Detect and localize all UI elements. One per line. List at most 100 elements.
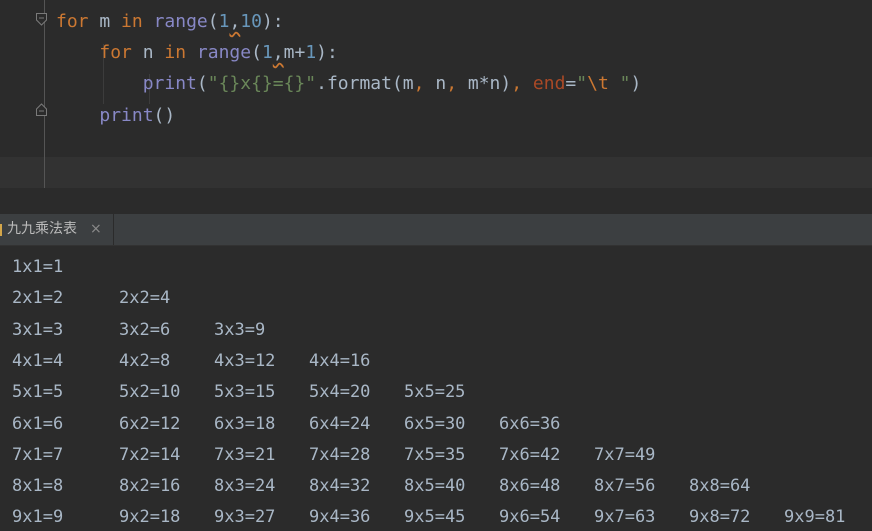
code-token: ): (261, 11, 284, 32)
fold-end-icon[interactable] (36, 103, 47, 116)
code-token: m*n) (457, 73, 512, 94)
console-cell: 7x7=49 (594, 444, 656, 465)
code-token: m+ (283, 42, 306, 63)
console-output-line: 6x1=6 6x2=12 6x3=18 6x4=24 6x5=30 6x6=36 (12, 409, 872, 440)
code-line: for m in range(1,10): (56, 6, 284, 37)
code-token: n (131, 42, 165, 63)
code-token: 1 (261, 42, 273, 63)
code-token: for (99, 42, 132, 63)
code-token: = (565, 73, 577, 94)
panel-separator[interactable] (0, 188, 872, 215)
console-cell: 7x6=42 (499, 444, 561, 465)
console-cell: 7x3=21 (214, 444, 276, 465)
code-token: in (164, 42, 187, 63)
code-token: print (99, 105, 154, 126)
console-cell: 4x2=8 (119, 350, 171, 371)
console-cell: 6x6=36 (499, 413, 561, 434)
code-token: , (229, 11, 241, 32)
tabbar-empty-area (114, 214, 872, 245)
console-cell: 4x4=16 (309, 350, 371, 371)
code-token: ( (251, 42, 262, 63)
console-cell: 6x3=18 (214, 413, 276, 434)
fold-collapse-icon[interactable] (36, 13, 47, 26)
code-token: n (424, 73, 447, 94)
console-cell: 9x3=27 (214, 507, 276, 528)
console-cell: 7x4=28 (309, 444, 371, 465)
console-output-line: 3x1=3 3x2=6 3x3=9 (12, 315, 872, 346)
console-cell: 8x5=40 (404, 476, 466, 497)
code-token: in (121, 11, 143, 32)
code-line: print("{}x{}={}".format(m, n, m*n), end=… (56, 68, 642, 99)
console-cell: 9x7=63 (594, 507, 656, 528)
console-cell: 3x2=6 (119, 319, 171, 340)
console-output-line: 8x1=8 8x2=16 8x3=24 8x4=32 8x5=40 8x6=48 8x7=5… (12, 471, 872, 502)
code-token: range (153, 11, 208, 32)
console-cell: 5x1=5 (12, 382, 64, 403)
console-cell: 8x4=32 (309, 476, 371, 497)
code-token: print (142, 73, 197, 94)
code-token: for (56, 11, 89, 32)
console-cell: 8x3=24 (214, 476, 276, 497)
console-cell: 2x1=2 (12, 288, 64, 309)
close-icon[interactable]: × (90, 214, 102, 245)
code-token: " (576, 73, 588, 94)
code-token: " (608, 73, 631, 94)
console-cell: 1x1=1 (12, 257, 64, 277)
console-cell: 5x3=15 (214, 382, 276, 403)
console-cell: 9x8=72 (689, 507, 751, 528)
code-token: \t (587, 73, 609, 94)
code-token: 10 (240, 11, 262, 32)
code-token: ) (630, 73, 642, 94)
console-cell: 9x6=54 (499, 507, 561, 528)
console-output-line: 1x1=1 (12, 252, 872, 283)
run-tab-label: 九九乘法表 (7, 221, 77, 237)
code-token: , (413, 73, 425, 94)
console-cell: 5x5=25 (404, 382, 466, 403)
code-line: for n in range(1,m+1): (56, 37, 338, 68)
run-console-output[interactable]: 1x1=1 2x1=2 2x2=4 3x1=3 3x2=6 3x3=9 4x1=4 4x2=8… (0, 246, 872, 531)
console-cell: 9x4=36 (309, 507, 371, 528)
console-cell: 6x4=24 (309, 413, 371, 434)
code-token: () (153, 105, 176, 126)
console-cell: 9x2=18 (119, 507, 181, 528)
console-cell: 3x1=3 (12, 319, 64, 340)
code-token: range (196, 42, 252, 63)
code-token: ( (196, 73, 208, 94)
current-line-highlight (0, 157, 872, 188)
code-token: 1 (218, 11, 230, 32)
console-cell: 9x9=81 (784, 507, 846, 528)
code-token: , (272, 42, 284, 63)
console-output-line: 9x1=9 9x2=18 9x3=27 9x4=36 9x5=45 9x6=54 9x7=6… (12, 502, 872, 531)
console-cell: 7x5=35 (404, 444, 466, 465)
code-line: print() (56, 100, 175, 131)
console-cell: 8x8=64 (689, 476, 751, 497)
console-output-line: 7x1=7 7x2=14 7x3=21 7x4=28 7x5=35 7x6=42 7x7=4… (12, 440, 872, 471)
gutter-divider (44, 0, 45, 188)
console-cell: 6x5=30 (404, 413, 466, 434)
console-cell: 5x2=10 (119, 382, 181, 403)
run-tab[interactable]: 九九乘法表 × (0, 214, 114, 245)
code-token: 1 (305, 42, 317, 63)
code-token: , (446, 73, 458, 94)
run-tab-marker (0, 224, 2, 236)
console-cell: 6x1=6 (12, 413, 64, 434)
console-output-line: 5x1=5 5x2=10 5x3=15 5x4=20 5x5=25 (12, 377, 872, 408)
console-cell: 3x3=9 (214, 319, 266, 340)
console-cell: 8x7=56 (594, 476, 656, 497)
console-cell: 9x5=45 (404, 507, 466, 528)
console-output-line: 4x1=4 4x2=8 4x3=12 4x4=16 (12, 346, 872, 377)
console-cell: 7x1=7 (12, 444, 64, 465)
code-token: ): (316, 42, 338, 63)
console-cell: 2x2=4 (119, 288, 171, 309)
console-cell: 4x1=4 (12, 350, 64, 371)
code-token: .format(m (316, 73, 414, 94)
code-editor[interactable]: for m in range(1,10): for n in range(1,m… (0, 0, 872, 188)
run-tool-window-tabbar: 九九乘法表 × (0, 214, 872, 246)
code-token: m (88, 11, 122, 32)
console-cell: 5x4=20 (309, 382, 371, 403)
